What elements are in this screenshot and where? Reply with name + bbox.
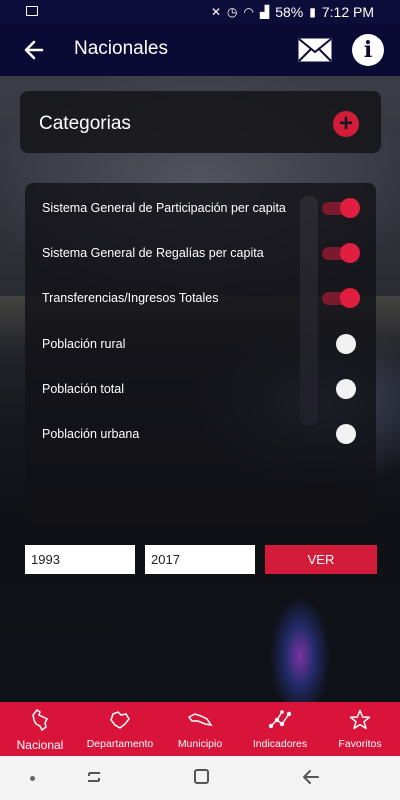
ver-button[interactable]: VER — [265, 545, 377, 574]
department-map-icon — [110, 711, 130, 729]
battery-icon: ▮ — [309, 5, 316, 19]
option-label: Sistema General de Regalías per capita — [42, 246, 264, 260]
star-icon — [349, 709, 371, 730]
mail-icon[interactable] — [298, 38, 332, 62]
page-title: Nacionales — [74, 38, 168, 59]
tab-indicadores[interactable]: Indicadores — [240, 702, 320, 756]
option-toggle[interactable] — [322, 334, 358, 354]
from-year-input[interactable] — [25, 545, 135, 574]
categorias-label: Categorias — [39, 113, 131, 134]
battery-percent: 58% — [275, 4, 304, 20]
tab-label: Favoritos — [338, 738, 382, 750]
option-label: Población urbana — [42, 427, 140, 441]
tab-favoritos[interactable]: Favoritos — [320, 702, 400, 756]
indicator-options-card: Sistema General de Participación per cap… — [25, 183, 376, 525]
tab-municipio[interactable]: Municipio — [160, 702, 240, 756]
option-label: Población total — [42, 382, 125, 396]
option-row[interactable]: Transferencias/Ingresos Totales — [25, 283, 376, 313]
municipality-map-icon — [187, 713, 213, 727]
tab-label: Nacional — [16, 738, 64, 752]
mute-icon: ✕ — [210, 5, 222, 19]
clock: 7:12 PM — [321, 4, 374, 20]
wifi-icon: ◠ — [243, 5, 254, 19]
colombia-map-icon — [32, 709, 49, 731]
option-toggle[interactable] — [322, 424, 358, 444]
option-toggle[interactable] — [322, 379, 358, 399]
option-toggle[interactable] — [322, 243, 360, 263]
signal-icon: ▟ — [259, 5, 270, 19]
tab-departamento[interactable]: Departamento — [80, 702, 160, 756]
option-label: Sistema General de Participación per cap… — [42, 201, 286, 215]
recent-apps-icon[interactable] — [86, 770, 102, 784]
option-toggle[interactable] — [322, 198, 360, 218]
option-label: Población rural — [42, 337, 126, 351]
home-icon[interactable] — [194, 769, 209, 784]
option-row[interactable]: Población total — [25, 374, 376, 404]
network-chart-icon — [268, 710, 292, 729]
option-row[interactable]: Población rural — [25, 329, 376, 359]
add-category-icon[interactable]: + — [333, 111, 359, 137]
tab-label: Departamento — [86, 738, 154, 750]
gallery-notification-icon — [26, 6, 38, 16]
bottom-tab-bar: Nacional Departamento Municipio Indicado… — [0, 702, 400, 756]
back-arrow-icon[interactable] — [22, 36, 46, 64]
categorias-card[interactable]: Categorias + — [20, 91, 381, 153]
to-year-input[interactable] — [145, 545, 255, 574]
tab-nacional[interactable]: Nacional — [0, 702, 80, 756]
option-label: Transferencias/Ingresos Totales — [42, 291, 219, 305]
status-bar: ✕ ◷ ◠ ▟ 58% ▮ 7:12 PM — [0, 0, 400, 24]
alarm-icon: ◷ — [227, 5, 238, 19]
nav-dot-icon — [30, 776, 35, 781]
info-icon[interactable]: i — [352, 34, 384, 66]
app-header: Nacionales i — [0, 24, 400, 76]
system-nav-bar — [0, 756, 400, 800]
option-row[interactable]: Población urbana — [25, 419, 376, 449]
tab-label: Municipio — [177, 738, 223, 750]
option-row[interactable]: Sistema General de Participación per cap… — [25, 193, 376, 223]
option-row[interactable]: Sistema General de Regalías per capita — [25, 238, 376, 268]
back-nav-icon[interactable] — [302, 768, 320, 786]
tab-label: Indicadores — [252, 738, 308, 750]
option-toggle[interactable] — [322, 288, 360, 308]
